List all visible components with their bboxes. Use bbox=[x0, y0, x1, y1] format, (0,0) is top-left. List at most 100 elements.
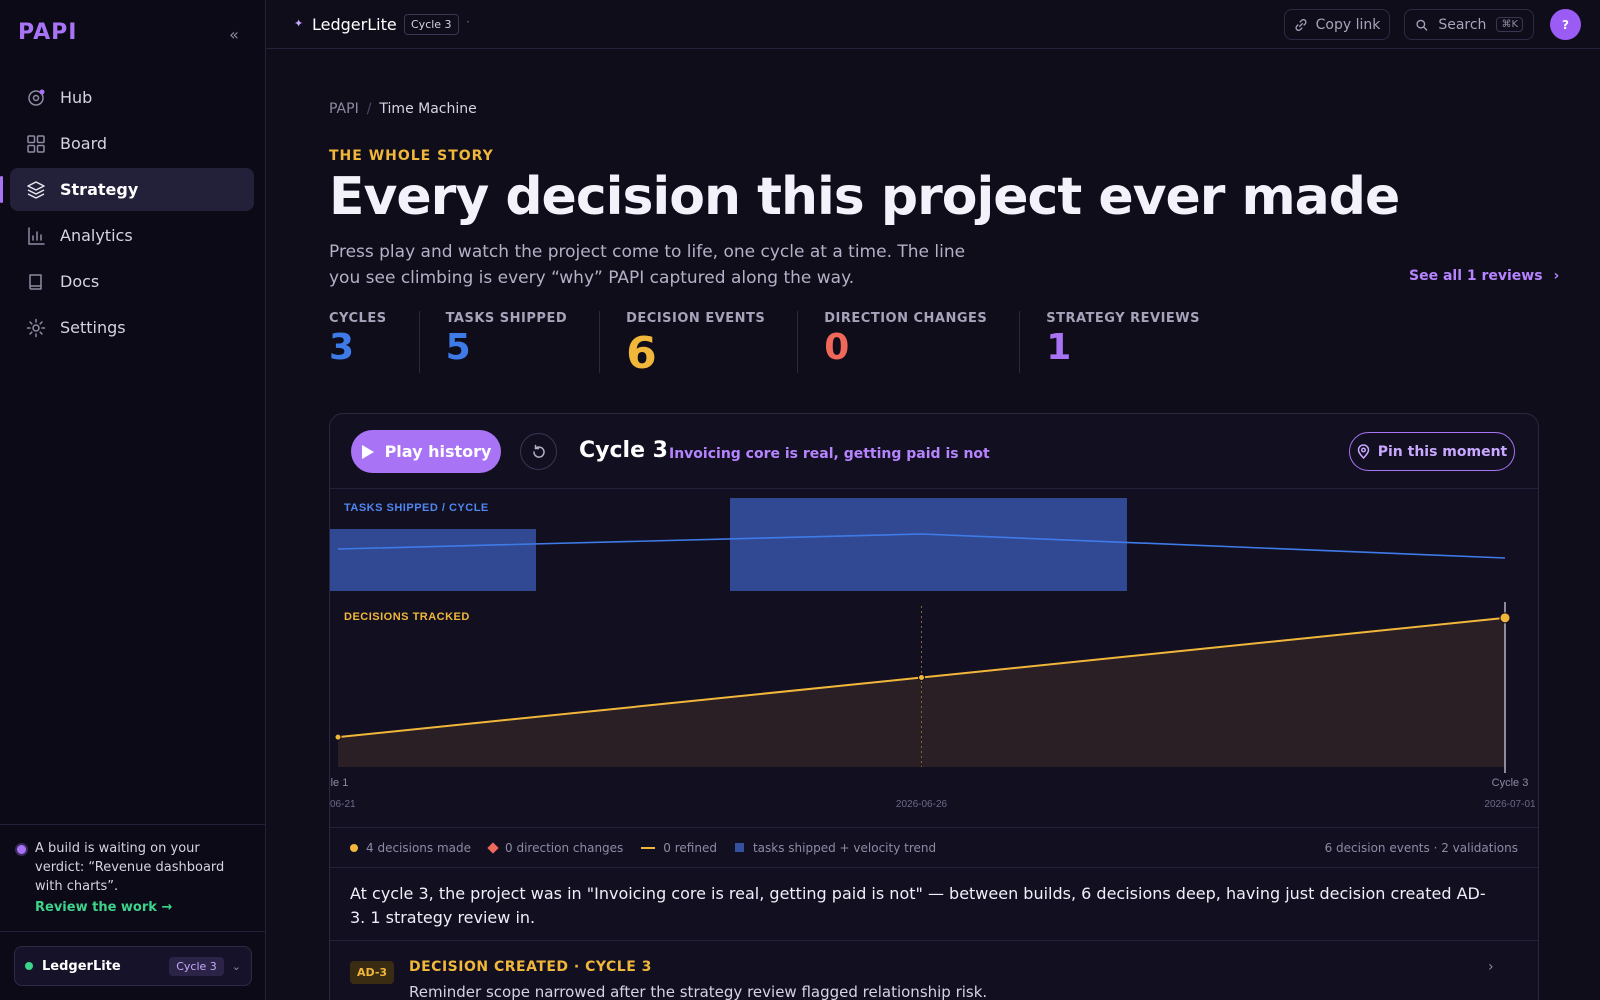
sidebar-item-strategy[interactable]: Strategy bbox=[0, 168, 254, 211]
chevron-right-icon: › bbox=[1488, 959, 1494, 975]
project-name: LedgerLite bbox=[42, 958, 121, 974]
book-icon bbox=[26, 272, 46, 292]
decision-point-2 bbox=[918, 674, 925, 681]
stat-label: DIRECTION CHANGES bbox=[824, 311, 988, 326]
legend-label: 4 decisions made bbox=[366, 840, 472, 855]
event-title: DECISION CREATED · CYCLE 3 bbox=[409, 959, 652, 975]
copy-link-button[interactable]: Copy link bbox=[1284, 9, 1390, 40]
layers-icon bbox=[26, 180, 46, 200]
legend-refined: 0 refined bbox=[641, 841, 717, 855]
x-tick-label-1: Cycle 1 bbox=[330, 777, 348, 789]
replay-icon bbox=[532, 444, 545, 458]
gear-icon bbox=[26, 318, 46, 338]
legend-label: tasks shipped + velocity trend bbox=[752, 840, 937, 855]
bar-chart-icon bbox=[26, 226, 46, 246]
legend-direction-changes: 0 direction changes bbox=[487, 840, 624, 855]
play-history-button[interactable]: Play history bbox=[351, 430, 501, 473]
page-title: Every decision this project ever made bbox=[329, 167, 1400, 227]
sidebar-item-label: Strategy bbox=[60, 180, 139, 199]
tasks-bar-2 bbox=[730, 498, 1127, 591]
sidebar-item-label: Settings bbox=[60, 318, 126, 337]
cycle-badge: Cycle 3 bbox=[404, 14, 459, 35]
app-logo[interactable]: PAPI bbox=[18, 20, 77, 45]
decisions-panel-title: DECISIONS TRACKED bbox=[344, 611, 470, 623]
history-chart[interactable]: TASKS SHIPPED / CYCLE DECISIONS TRACKED Cy… bbox=[330, 490, 1539, 826]
status-dot-icon bbox=[17, 845, 26, 854]
legend-dot-icon bbox=[350, 843, 358, 852]
see-all-label: See all 1 reviews bbox=[1409, 268, 1543, 284]
stats-row: CYCLES 3 TASKS SHIPPED 5 DECISION EVENTS… bbox=[329, 311, 1258, 379]
pin-moment-button[interactable]: Pin this moment bbox=[1349, 432, 1515, 471]
sidebar-item-board[interactable]: Board bbox=[10, 122, 254, 165]
project-switcher[interactable]: LedgerLite Cycle 3 ⌄ bbox=[14, 946, 252, 986]
legend-label: 0 direction changes bbox=[505, 840, 624, 855]
event-tag: AD-3 bbox=[350, 961, 395, 984]
search-label: Search bbox=[1438, 16, 1487, 33]
sidebar-item-hub[interactable]: Hub bbox=[10, 76, 254, 119]
project-status-dot-icon bbox=[25, 962, 33, 970]
sparkle-icon: ✦ bbox=[294, 17, 304, 30]
stat-value: 1 bbox=[1046, 327, 1072, 368]
cycle-narrative: At cycle 3, the project was in "Invoicin… bbox=[350, 884, 1486, 927]
legend-line-icon bbox=[641, 846, 656, 849]
chevron-down-icon: ⌄ bbox=[231, 959, 241, 973]
sidebar: PAPI « Hub Board Strategy Analytics Docs… bbox=[0, 0, 266, 1000]
verdict-text: A build is waiting on your verdict: “Rev… bbox=[35, 841, 225, 894]
stat-value: 0 bbox=[824, 327, 850, 368]
top-bar: ✦ LedgerLite Cycle 3 · Copy link Search … bbox=[266, 0, 1600, 49]
sidebar-item-docs[interactable]: Docs bbox=[10, 260, 254, 303]
project-title[interactable]: LedgerLite bbox=[312, 15, 397, 34]
play-icon bbox=[361, 444, 374, 459]
stat-value: 3 bbox=[329, 327, 355, 368]
chevron-right-icon: › bbox=[1553, 268, 1560, 284]
stat-label: STRATEGY REVIEWS bbox=[1046, 311, 1201, 326]
sidebar-item-settings[interactable]: Settings bbox=[10, 306, 254, 349]
stat-label: TASKS SHIPPED bbox=[445, 311, 568, 326]
search-icon bbox=[1416, 19, 1428, 31]
tasks-bar-1 bbox=[330, 529, 536, 591]
event-list-item[interactable]: AD-3 DECISION CREATED · CYCLE 3 Reminder… bbox=[330, 940, 1538, 1000]
stat-strategy-reviews: STRATEGY REVIEWS 1 bbox=[1046, 311, 1232, 373]
board-icon bbox=[26, 134, 46, 154]
review-work-link[interactable]: Review the work → bbox=[35, 900, 250, 915]
pin-moment-label: Pin this moment bbox=[1377, 443, 1508, 460]
search-shortcut: ⌘K bbox=[1496, 17, 1523, 32]
sidebar-item-label: Docs bbox=[60, 272, 100, 291]
stat-tasks-shipped: TASKS SHIPPED 5 bbox=[446, 311, 601, 373]
avatar[interactable]: ? bbox=[1550, 9, 1581, 40]
verdict-notice: A build is waiting on your verdict: “Rev… bbox=[0, 824, 266, 932]
collapse-sidebar-icon[interactable]: « bbox=[224, 26, 244, 46]
play-history-label: Play history bbox=[384, 442, 492, 461]
stat-value: 6 bbox=[626, 328, 657, 379]
sidebar-item-analytics[interactable]: Analytics bbox=[10, 214, 254, 257]
hub-icon bbox=[26, 88, 46, 108]
breadcrumb-root[interactable]: PAPI bbox=[329, 101, 359, 117]
sidebar-item-label: Analytics bbox=[60, 226, 133, 245]
pin-icon bbox=[1357, 444, 1369, 459]
stat-label: CYCLES bbox=[329, 311, 387, 326]
x-date-label-3: 2026-07-01 bbox=[1484, 799, 1536, 810]
legend-summary: 6 decision events · 2 validations bbox=[1324, 840, 1518, 855]
legend-decisions: 4 decisions made bbox=[350, 841, 471, 855]
replay-button[interactable] bbox=[520, 433, 557, 470]
see-all-reviews-link[interactable]: See all 1 reviews › bbox=[1409, 268, 1559, 284]
card-header: Play history Cycle 3 Invoicing core is r… bbox=[330, 414, 1538, 489]
current-cycle-subtitle: Invoicing core is real, getting paid is … bbox=[669, 446, 990, 462]
sidebar-item-label: Hub bbox=[60, 88, 93, 107]
sidebar-item-label: Board bbox=[60, 134, 108, 153]
legend-square-icon bbox=[734, 843, 744, 852]
x-date-label-2: 2026-06-26 bbox=[896, 799, 948, 810]
page-subtitle: Press play and watch the project come to… bbox=[329, 242, 966, 288]
stat-direction-changes: DIRECTION CHANGES 0 bbox=[824, 311, 1021, 373]
x-tick-label-2: Cycle 3 bbox=[1492, 777, 1529, 789]
breadcrumb-current: Time Machine bbox=[379, 101, 477, 117]
current-cycle-title: Cycle 3 bbox=[579, 438, 668, 463]
decision-point-3 bbox=[1499, 612, 1511, 624]
breadcrumb: PAPI / Time Machine bbox=[329, 101, 477, 117]
x-date-label-1: 2026-06-21 bbox=[330, 799, 356, 810]
search-button[interactable]: Search ⌘K bbox=[1404, 9, 1534, 40]
copy-link-label: Copy link bbox=[1315, 16, 1381, 33]
sidebar-nav: Hub Board Strategy Analytics Docs Settin… bbox=[0, 76, 254, 352]
stat-cycles: CYCLES 3 bbox=[329, 311, 420, 373]
legend-diamond-icon bbox=[487, 841, 499, 854]
